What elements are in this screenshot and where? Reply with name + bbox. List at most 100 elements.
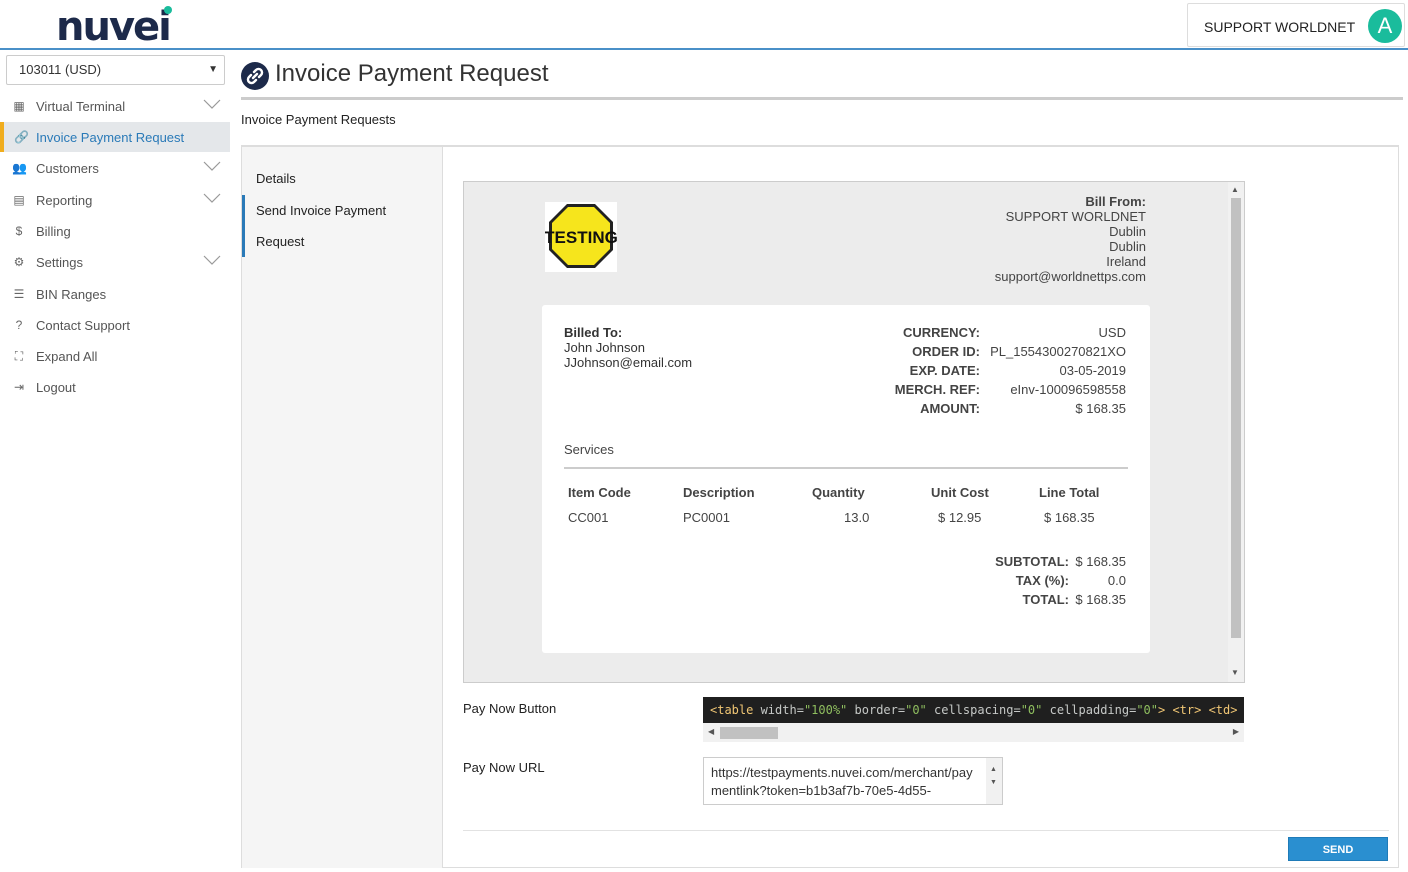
sidebar-item-label: Contact Support <box>36 318 130 333</box>
chevron-down-icon[interactable] <box>203 99 221 109</box>
code-line[interactable]: <table width="100%" border="0" cellspaci… <box>703 697 1244 723</box>
avatar[interactable]: A <box>1368 9 1402 43</box>
link-icon: 🔗 <box>14 130 29 144</box>
meta-key: ORDER ID: <box>912 344 980 359</box>
meta-row: MERCH. REF: eInv-100096598558 <box>842 382 1126 401</box>
scroll-down-icon[interactable]: ▼ <box>1231 668 1239 677</box>
sidebar-item-label: Reporting <box>36 193 93 208</box>
total-row: TAX (%): 0.0 <box>882 573 1126 592</box>
send-button[interactable]: SEND <box>1288 837 1388 861</box>
code-token: > <tr> <td> <box>1158 703 1238 717</box>
invoice-preview[interactable]: TESTING Bill From: SUPPORT WORLDNET Dubli… <box>463 181 1245 683</box>
horizontal-scroll-thumb[interactable] <box>720 727 778 739</box>
scroll-thumb[interactable] <box>1231 198 1241 638</box>
sidebar-item-label: Invoice Payment Request <box>36 130 185 145</box>
sidebar-item-logout[interactable]: ⇥ Logout <box>0 372 230 402</box>
sidebar-item-virtual-terminal[interactable]: ▦ Virtual Terminal <box>0 91 230 121</box>
url-scrollbar[interactable]: ▲ ▼ <box>986 758 1002 804</box>
meta-value: $ 168.35 <box>1075 401 1126 416</box>
code-token: <table <box>710 703 754 717</box>
pay-now-url-field[interactable]: https://testpayments.nuvei.com/merchant/… <box>703 757 1003 805</box>
scroll-up-icon[interactable]: ▲ <box>1231 185 1239 194</box>
total-key: TOTAL: <box>1022 592 1069 607</box>
scroll-left-icon[interactable]: ◀ <box>708 727 714 736</box>
tab-send-invoice-line1: Send Invoice Payment <box>256 203 387 218</box>
meta-key: EXP. DATE: <box>909 363 980 378</box>
billed-to-heading: Billed To: <box>564 325 623 340</box>
chevron-down-icon[interactable] <box>203 255 221 265</box>
total-row: TOTAL: $ 168.35 <box>882 592 1126 611</box>
user-menu[interactable]: SUPPORT WORLDNET A <box>1187 3 1405 47</box>
sidebar: 103011 (USD) ▼ ▦ Virtual Terminal 🔗 Invoice… <box>0 52 230 872</box>
sidebar-item-billing[interactable]: $ Billing <box>0 216 230 246</box>
account-select[interactable]: 103011 (USD) ▼ <box>6 55 225 85</box>
col-unit-cost: Unit Cost <box>931 485 989 500</box>
total-key: SUBTOTAL: <box>995 554 1069 569</box>
logo-dot <box>164 6 172 14</box>
logout-icon: ⇥ <box>13 380 25 394</box>
meta-key: AMOUNT: <box>920 401 980 416</box>
sidebar-item-reporting[interactable]: ▤ Reporting <box>0 185 230 215</box>
tab-send-invoice[interactable]: Send Invoice Payment Request <box>242 195 443 257</box>
scroll-down-icon[interactable]: ▼ <box>990 774 997 792</box>
total-key: TAX (%): <box>1015 573 1069 588</box>
sidebar-item-settings[interactable]: ⚙ Settings <box>0 247 230 277</box>
tab-send-invoice-line2: Request <box>256 234 305 249</box>
file-icon: ▤ <box>13 193 25 207</box>
code-token: "0" <box>1136 703 1158 717</box>
meta-row: AMOUNT: $ 168.35 <box>842 401 1126 420</box>
services-label: Services <box>564 442 614 457</box>
invoice-card: Billed To: John Johnson JJohnson@email.c… <box>542 305 1150 653</box>
preview-scrollbar[interactable]: ▲ ▼ <box>1228 182 1244 682</box>
tab-details[interactable]: Details <box>242 171 443 186</box>
code-token: cellpadding= <box>1042 703 1137 717</box>
bill-from-line: Ireland <box>1106 254 1146 269</box>
meta-value: 03-05-2019 <box>1059 363 1127 378</box>
meta-value: PL_1554300270821XO <box>990 344 1126 359</box>
col-description: Description <box>683 485 755 500</box>
cell-line-total: $ 168.35 <box>1044 510 1095 525</box>
sidebar-item-bin-ranges[interactable]: ☰ BIN Ranges <box>0 279 230 309</box>
sidebar-item-invoice-payment-request[interactable]: 🔗 Invoice Payment Request <box>0 122 230 152</box>
top-bar: nuvei SUPPORT WORLDNET A <box>0 0 1408 50</box>
cell-description: PC0001 <box>683 510 730 525</box>
code-token: width= <box>753 703 804 717</box>
col-quantity: Quantity <box>812 485 865 500</box>
billed-to: Billed To: John Johnson JJohnson@email.c… <box>564 325 692 370</box>
caret-down-icon: ▼ <box>208 64 218 75</box>
total-row: SUBTOTAL: $ 168.35 <box>882 554 1126 573</box>
total-value: $ 168.35 <box>1075 554 1126 569</box>
chevron-down-icon[interactable] <box>203 193 221 203</box>
billed-to-name: John Johnson <box>564 340 645 355</box>
pay-now-button-code[interactable]: <table width="100%" border="0" cellspaci… <box>703 697 1244 742</box>
sidebar-item-customers[interactable]: 👥 Customers <box>0 153 230 183</box>
pay-now-button-label: Pay Now Button <box>463 701 557 716</box>
sidebar-item-expand-all[interactable]: ⛶ Expand All <box>0 341 230 371</box>
total-value: 0.0 <box>1107 573 1126 588</box>
sidebar-item-label: Billing <box>36 224 71 239</box>
sidebar-item-label: Customers <box>36 161 99 176</box>
total-value: $ 168.35 <box>1075 592 1126 607</box>
services-divider <box>564 467 1128 469</box>
dollar-icon: $ <box>15 224 23 238</box>
pay-now-url-label: Pay Now URL <box>463 760 545 775</box>
page-subtitle: Invoice Payment Requests <box>241 112 396 127</box>
sidebar-item-label: Settings <box>36 255 83 270</box>
bill-from-line: support@worldnettps.com <box>994 269 1146 284</box>
account-select-value: 103011 (USD) <box>19 62 102 77</box>
pay-now-url-value: https://testpayments.nuvei.com/merchant/… <box>711 765 973 798</box>
scroll-right-icon[interactable]: ▶ <box>1233 727 1239 736</box>
page-title: Invoice Payment Request <box>275 60 549 87</box>
page-header: Invoice Payment Request <box>241 60 1403 100</box>
invoice-meta: CURRENCY: USD ORDER ID: PL_1554300270821XO E… <box>842 325 1126 420</box>
meta-key: MERCH. REF: <box>894 382 980 397</box>
nuvei-logo[interactable]: nuvei <box>56 4 172 50</box>
bill-from-heading: Bill From: <box>1085 194 1146 209</box>
sidebar-item-contact-support[interactable]: ? Contact Support <box>0 310 230 340</box>
sidebar-item-label: Expand All <box>36 349 98 364</box>
chevron-down-icon[interactable] <box>203 161 221 171</box>
testing-logo-text: TESTING <box>545 228 617 247</box>
meta-key: CURRENCY: <box>902 325 980 340</box>
main-panel: Details Send Invoice Payment Request TES… <box>241 145 1399 868</box>
meta-value: USD <box>1098 325 1126 340</box>
